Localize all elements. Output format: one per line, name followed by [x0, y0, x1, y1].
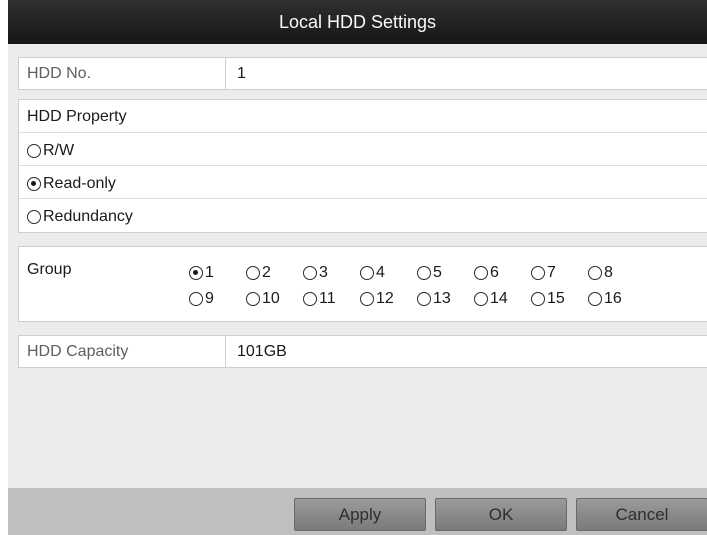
group-option-7-label: 7: [547, 264, 556, 281]
hdd-no-value: 1: [237, 65, 246, 82]
group-option-5[interactable]: 5: [417, 264, 442, 282]
group-radio-12[interactable]: [360, 292, 374, 306]
group-radio-8[interactable]: [588, 266, 602, 280]
group-option-15[interactable]: 15: [531, 290, 565, 308]
radio-rw-label: R/W: [43, 142, 75, 159]
group-option-12[interactable]: 12: [360, 290, 394, 308]
group-option-4-label: 4: [376, 264, 385, 281]
group-radio-15[interactable]: [531, 292, 545, 306]
field-divider: [225, 336, 226, 367]
radio-redundancy-label: Redundancy: [43, 208, 133, 225]
group-option-8[interactable]: 8: [588, 264, 613, 282]
group-option-12-label: 12: [376, 290, 394, 307]
group-radio-13[interactable]: [417, 292, 431, 306]
radio-rw[interactable]: [27, 144, 41, 158]
group-option-2[interactable]: 2: [246, 264, 271, 282]
hdd-property-panel: HDD Property R/W Read-only Redundancy: [18, 99, 707, 233]
group-option-13[interactable]: 13: [417, 290, 451, 308]
group-radio-7[interactable]: [531, 266, 545, 280]
group-option-14-label: 14: [490, 290, 508, 307]
group-option-15-label: 15: [547, 290, 565, 307]
group-option-7[interactable]: 7: [531, 264, 556, 282]
hdd-capacity-value: 101GB: [237, 343, 287, 360]
group-option-6[interactable]: 6: [474, 264, 499, 282]
group-option-4[interactable]: 4: [360, 264, 385, 282]
group-option-9-label: 9: [205, 290, 214, 307]
ok-button[interactable]: OK: [435, 498, 567, 531]
group-option-5-label: 5: [433, 264, 442, 281]
radio-read-only[interactable]: [27, 177, 41, 191]
hdd-capacity-row: HDD Capacity 101GB: [18, 335, 707, 368]
hdd-no-row: HDD No. 1: [18, 57, 707, 90]
group-option-1[interactable]: 1: [189, 264, 214, 282]
group-option-11-label: 11: [319, 290, 336, 307]
group-option-1-label: 1: [205, 264, 214, 281]
radio-read-only-label: Read-only: [43, 175, 116, 192]
group-radio-2[interactable]: [246, 266, 260, 280]
hdd-property-heading: HDD Property: [27, 108, 127, 125]
hdd-property-heading-row: HDD Property: [19, 100, 707, 133]
hdd-no-label: HDD No.: [27, 65, 92, 82]
group-radio-4[interactable]: [360, 266, 374, 280]
group-option-8-label: 8: [604, 264, 613, 281]
local-hdd-settings-dialog: Local HDD Settings HDD No. 1 HDD Propert…: [8, 0, 707, 535]
group-option-16-label: 16: [604, 290, 622, 307]
group-option-13-label: 13: [433, 290, 451, 307]
field-divider: [225, 58, 226, 89]
radio-option-redundancy[interactable]: Redundancy: [27, 208, 133, 226]
dialog-title: Local HDD Settings: [8, 0, 707, 44]
dialog-footer: Apply OK Cancel: [8, 488, 707, 535]
hdd-property-option-redundancy-row: Redundancy: [19, 199, 707, 232]
group-radio-10[interactable]: [246, 292, 260, 306]
group-radio-11[interactable]: [303, 292, 317, 306]
hdd-capacity-label: HDD Capacity: [27, 343, 129, 360]
group-option-9[interactable]: 9: [189, 290, 214, 308]
group-panel: Group 1 2 3 4 5 6 7 8 9 10 11 12 13 14 1…: [18, 246, 707, 322]
cancel-button[interactable]: Cancel: [576, 498, 707, 531]
group-radio-1[interactable]: [189, 266, 203, 280]
hdd-property-option-rw-row: R/W: [19, 133, 707, 166]
group-option-11[interactable]: 11: [303, 290, 336, 308]
group-option-2-label: 2: [262, 264, 271, 281]
group-option-14[interactable]: 14: [474, 290, 508, 308]
group-option-6-label: 6: [490, 264, 499, 281]
group-radio-3[interactable]: [303, 266, 317, 280]
group-radio-14[interactable]: [474, 292, 488, 306]
group-radio-9[interactable]: [189, 292, 203, 306]
radio-option-rw[interactable]: R/W: [27, 142, 74, 160]
group-label: Group: [27, 261, 72, 278]
group-radio-5[interactable]: [417, 266, 431, 280]
group-option-3-label: 3: [319, 264, 328, 281]
group-option-10[interactable]: 10: [246, 290, 280, 308]
group-option-16[interactable]: 16: [588, 290, 622, 308]
group-radio-16[interactable]: [588, 292, 602, 306]
group-option-3[interactable]: 3: [303, 264, 328, 282]
group-radio-6[interactable]: [474, 266, 488, 280]
apply-button[interactable]: Apply: [294, 498, 426, 531]
group-option-10-label: 10: [262, 290, 280, 307]
hdd-property-option-readonly-row: Read-only: [19, 166, 707, 199]
radio-option-read-only[interactable]: Read-only: [27, 175, 116, 193]
radio-redundancy[interactable]: [27, 210, 41, 224]
